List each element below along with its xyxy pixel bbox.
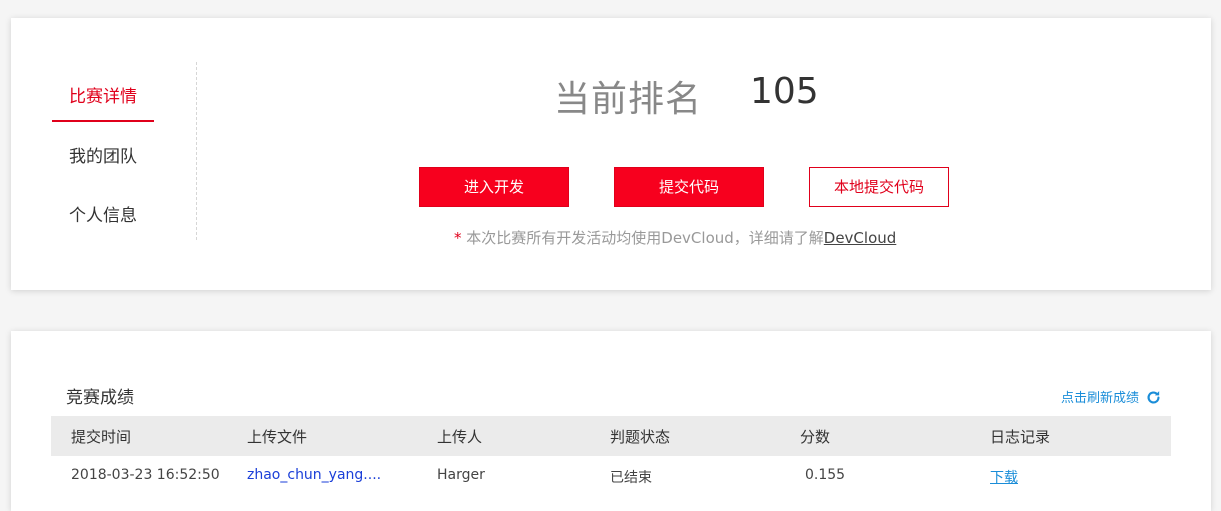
devcloud-link[interactable]: DevCloud <box>824 229 897 247</box>
refresh-results-button[interactable]: 点击刷新成绩 <box>1061 387 1162 406</box>
column-header-file: 上传文件 <box>247 428 308 446</box>
devcloud-note: * 本次比赛所有开发活动均使用DevCloud，详细请了解DevCloud <box>454 227 896 248</box>
results-title: 竞赛成绩 <box>66 388 134 408</box>
refresh-icon <box>1147 391 1160 404</box>
cell-uploader: Harger <box>437 467 485 483</box>
nav-divider <box>196 62 197 240</box>
rank-value: 105 <box>750 71 819 112</box>
results-card: 竞赛成绩 点击刷新成绩 提交时间 上传文件 上传人 判题状态 分数 日志记录 2… <box>11 331 1211 511</box>
table-row: 2018-03-23 16:52:50 zhao_chun_yang.... H… <box>51 456 1171 496</box>
submit-code-button[interactable]: 提交代码 <box>614 167 764 207</box>
cell-upload-file-link[interactable]: zhao_chun_yang.... <box>247 467 381 483</box>
note-text: 本次比赛所有开发活动均使用DevCloud，详细请了解 <box>461 229 824 247</box>
column-header-uploader: 上传人 <box>437 428 483 446</box>
local-submit-code-button[interactable]: 本地提交代码 <box>809 167 949 207</box>
enter-development-button[interactable]: 进入开发 <box>419 167 569 207</box>
rank-label: 当前排名 <box>554 79 703 120</box>
column-header-log: 日志记录 <box>990 428 1051 446</box>
note-star: * <box>454 229 462 247</box>
column-header-score: 分数 <box>800 428 831 446</box>
column-header-time: 提交时间 <box>71 428 132 446</box>
cell-judge-status: 已结束 <box>610 470 652 486</box>
competition-overview-card: 比赛详情 我的团队 个人信息 当前排名 105 进入开发 提交代码 本地提交代码… <box>11 18 1211 290</box>
nav-active-underline <box>52 120 154 122</box>
column-header-status: 判题状态 <box>610 428 671 446</box>
download-log-link[interactable]: 下载 <box>990 467 1018 487</box>
results-table-header: 提交时间 上传文件 上传人 判题状态 分数 日志记录 <box>51 416 1171 456</box>
nav-item-personal-info[interactable]: 个人信息 <box>52 201 154 226</box>
nav-item-my-team[interactable]: 我的团队 <box>52 142 154 167</box>
cell-submit-time: 2018-03-23 16:52:50 <box>71 467 220 483</box>
cell-score: 0.155 <box>805 467 846 483</box>
refresh-label: 点击刷新成绩 <box>1061 391 1140 406</box>
nav-item-competition-details[interactable]: 比赛详情 <box>52 82 154 107</box>
